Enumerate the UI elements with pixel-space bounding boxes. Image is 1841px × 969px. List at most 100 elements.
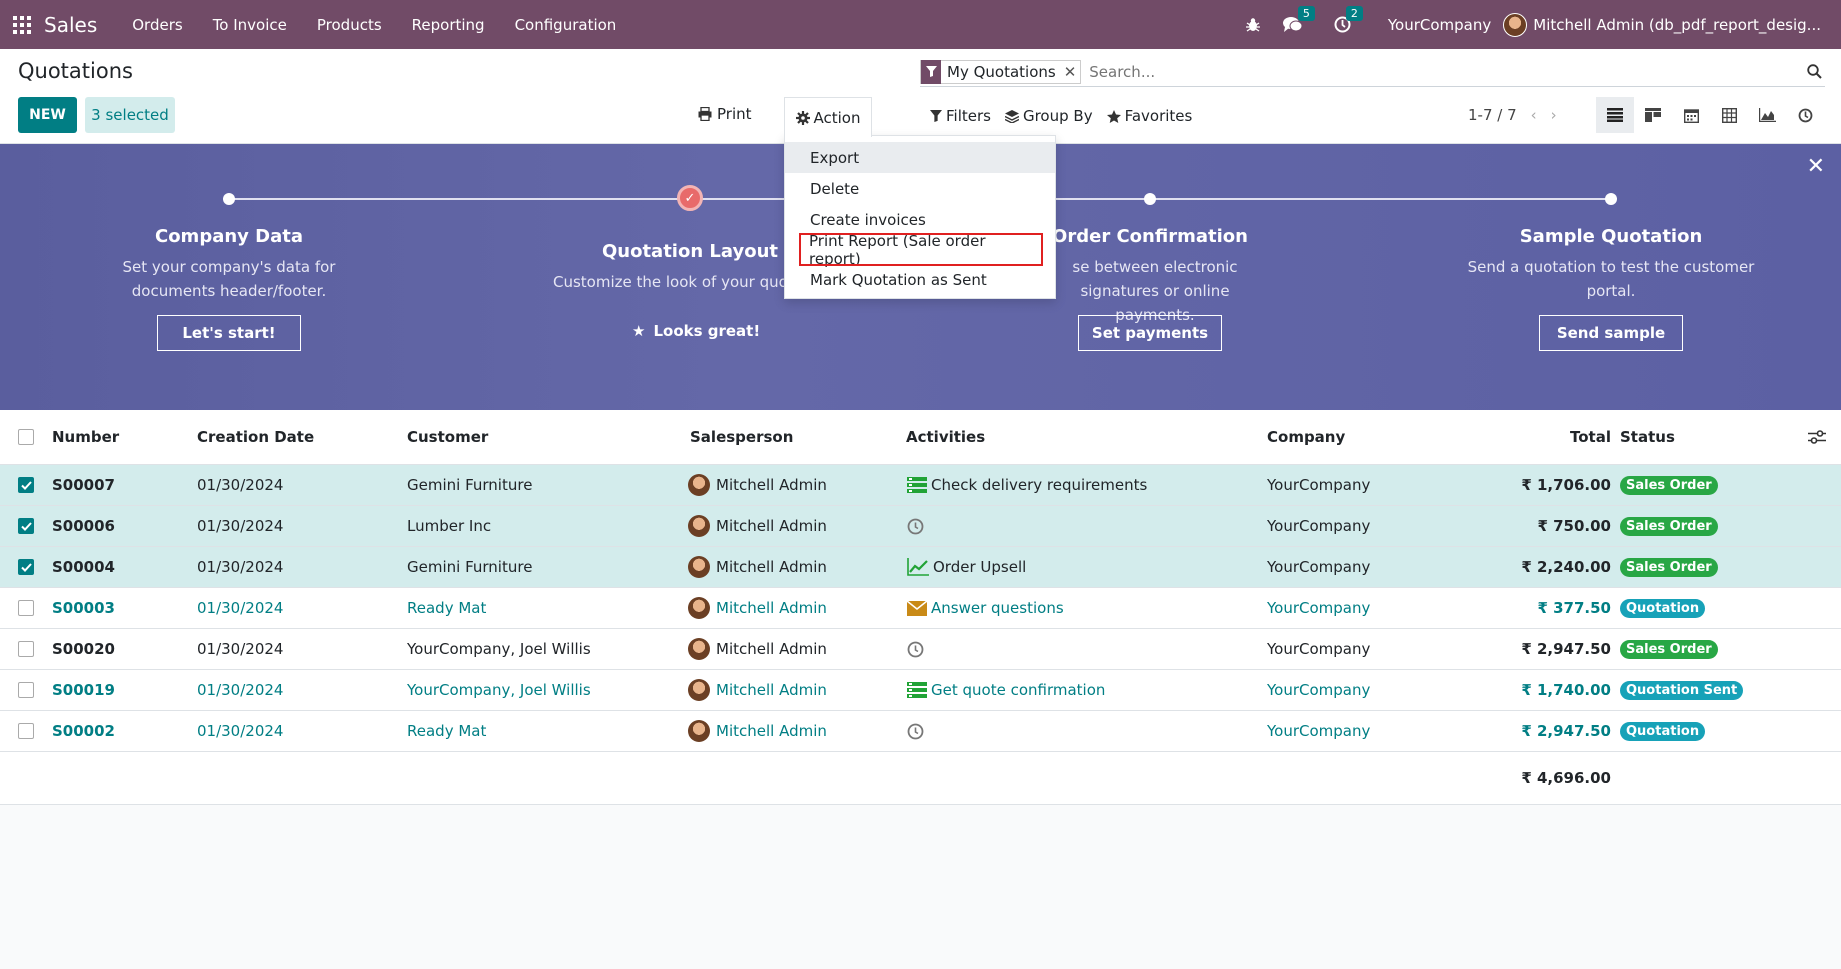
set-payments-button[interactable]: Set payments <box>1078 315 1222 351</box>
favorites-button[interactable]: Favorites <box>1106 107 1192 125</box>
apps-menu-icon[interactable] <box>0 0 44 49</box>
print-label: Print <box>717 105 752 123</box>
chart-icon[interactable] <box>907 558 929 576</box>
row-checkbox[interactable] <box>18 506 34 546</box>
header-activities[interactable]: Activities <box>906 410 985 464</box>
app-name[interactable]: Sales <box>44 13 97 37</box>
menu-configuration[interactable]: Configuration <box>500 16 632 34</box>
action-print-report[interactable]: Print Report (Sale order report) <box>799 232 1043 268</box>
pager-next-icon[interactable]: › <box>1551 106 1557 124</box>
header-customer[interactable]: Customer <box>407 410 488 464</box>
header-total[interactable]: Total <box>1500 410 1611 464</box>
menu-to-invoice[interactable]: To Invoice <box>198 16 302 34</box>
pivot-view-icon[interactable] <box>1710 97 1748 133</box>
list-icon[interactable] <box>907 682 927 698</box>
company-name: YourCompany <box>1267 599 1371 617</box>
table-row[interactable]: S00002 01/30/2024 Ready Mat Mitchell Admin Y… <box>0 711 1841 752</box>
header-salesperson[interactable]: Salesperson <box>690 410 793 464</box>
table-row[interactable]: S00004 01/30/2024 Gemini Furniture Mitchell… <box>0 547 1841 588</box>
menu-reporting[interactable]: Reporting <box>397 16 500 34</box>
row-checkbox[interactable] <box>18 670 34 710</box>
company-switcher[interactable]: YourCompany <box>1388 16 1491 34</box>
clock-icon[interactable] <box>907 723 924 740</box>
row-checkbox[interactable] <box>18 588 34 628</box>
debug-bug-icon[interactable] <box>1245 17 1261 33</box>
action-export[interactable]: Export <box>785 142 1055 173</box>
clock-icon[interactable] <box>907 641 924 658</box>
filter-icon <box>930 110 942 122</box>
star-icon <box>1106 109 1121 123</box>
step-dot-3 <box>1144 193 1156 205</box>
row-checkbox[interactable] <box>18 629 34 669</box>
main-menu: Orders To Invoice Products Reporting Con… <box>117 16 631 34</box>
activity[interactable] <box>907 629 928 669</box>
order-number: S00007 <box>52 476 115 494</box>
lets-start-button[interactable]: Let's start! <box>157 315 301 351</box>
avatar <box>688 720 710 742</box>
table-row[interactable]: S00006 01/30/2024 Lumber Inc Mitchell Admin… <box>0 506 1841 547</box>
table-row[interactable]: S00019 01/30/2024 YourCompany, Joel Willis… <box>0 670 1841 711</box>
graph-view-icon[interactable] <box>1748 97 1786 133</box>
selected-count-button[interactable]: 3 selected <box>85 97 175 133</box>
top-navbar: Sales Orders To Invoice Products Reporti… <box>0 0 1841 49</box>
status-cell: Quotation <box>1620 711 1706 751</box>
status-cell: Sales Order <box>1620 506 1718 546</box>
action-create-invoices[interactable]: Create invoices <box>785 204 1055 235</box>
status-badge: Sales Order <box>1620 639 1718 659</box>
list-view-icon[interactable] <box>1596 97 1634 133</box>
activity[interactable]: Order Upsell <box>907 547 1026 587</box>
table-row[interactable]: S00003 01/30/2024 Ready Mat Mitchell Admin A… <box>0 588 1841 629</box>
action-mark-sent[interactable]: Mark Quotation as Sent <box>785 264 1055 295</box>
search-bar: My Quotations ✕ <box>920 57 1825 87</box>
menu-products[interactable]: Products <box>302 16 397 34</box>
optional-columns-icon[interactable] <box>1808 410 1826 464</box>
facet-remove-icon[interactable]: ✕ <box>1060 63 1081 81</box>
send-sample-button[interactable]: Send sample <box>1539 315 1683 351</box>
header-status[interactable]: Status <box>1620 410 1675 464</box>
step-description: Send a quotation to test the customer po… <box>1467 258 1755 300</box>
user-avatar <box>1503 12 1528 37</box>
select-all-checkbox[interactable] <box>18 410 34 464</box>
envelope-icon[interactable] <box>907 600 927 616</box>
check-icon: ✓ <box>677 185 703 211</box>
activity[interactable]: Check delivery requirements <box>907 465 1147 505</box>
user-menu[interactable]: Mitchell Admin (db_pdf_report_desig... <box>1503 12 1821 37</box>
action-delete[interactable]: Delete <box>785 173 1055 204</box>
activities-count-badge: 2 <box>1345 6 1363 21</box>
row-checkbox[interactable] <box>18 465 34 505</box>
activity[interactable]: Get quote confirmation <box>907 670 1105 710</box>
kanban-view-icon[interactable] <box>1634 97 1672 133</box>
pager-value[interactable]: 1-7 / 7 <box>1468 106 1517 124</box>
filters-button[interactable]: Filters <box>930 107 991 125</box>
activity[interactable] <box>907 506 928 546</box>
print-button[interactable]: Print <box>698 105 752 123</box>
search-icon[interactable] <box>1803 64 1825 79</box>
header-number[interactable]: Number <box>52 410 119 464</box>
close-icon[interactable]: ✕ <box>1807 154 1825 179</box>
clock-icon[interactable] <box>907 518 924 535</box>
salesperson-name: Mitchell Admin <box>716 681 827 699</box>
groupby-button[interactable]: Group By <box>1004 107 1093 125</box>
activity[interactable] <box>907 711 928 751</box>
calendar-view-icon[interactable] <box>1672 97 1710 133</box>
creation-date: 01/30/2024 <box>197 599 284 617</box>
pager-previous-icon[interactable]: ‹ <box>1531 106 1537 124</box>
header-company[interactable]: Company <box>1267 410 1345 464</box>
search-input[interactable] <box>1089 62 1803 81</box>
new-button[interactable]: NEW <box>18 97 77 133</box>
row-checkbox[interactable] <box>18 547 34 587</box>
list-icon[interactable] <box>907 477 927 493</box>
activity[interactable]: Answer questions <box>907 588 1064 628</box>
table-row[interactable]: S00007 01/30/2024 Gemini Furniture Mitchell… <box>0 465 1841 506</box>
row-checkbox[interactable] <box>18 711 34 751</box>
messages-icon[interactable]: 5 <box>1282 5 1315 34</box>
page-title: Quotations <box>18 59 133 83</box>
activities-clock-icon[interactable]: 2 <box>1334 6 1363 33</box>
menu-orders[interactable]: Orders <box>117 16 197 34</box>
layers-icon <box>1004 109 1019 123</box>
status-badge: Quotation <box>1620 598 1706 618</box>
header-creation-date[interactable]: Creation Date <box>197 410 314 464</box>
activity-view-icon[interactable] <box>1786 97 1824 133</box>
table-row[interactable]: S00020 01/30/2024 YourCompany, Joel Willis… <box>0 629 1841 670</box>
action-button[interactable]: Action <box>784 97 872 137</box>
